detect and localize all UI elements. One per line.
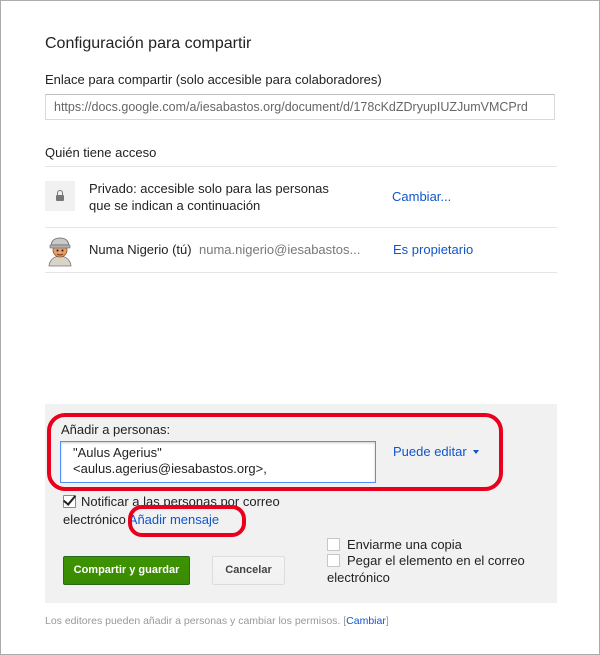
cancel-button[interactable]: Cancelar — [212, 556, 285, 585]
send-copy-checkbox[interactable] — [327, 538, 340, 551]
private-access-description: Privado: accesible solo para las persona… — [89, 180, 349, 214]
permission-label: Puede editar — [393, 444, 467, 459]
who-has-access-heading: Quién tiene acceso — [45, 145, 157, 160]
paste-in-email-label-end: electrónico — [327, 570, 390, 585]
notify-option: Notificar a las personas por correo elec… — [63, 493, 293, 529]
owner-role-label[interactable]: Es propietario — [393, 242, 473, 257]
chevron-down-icon — [472, 450, 479, 454]
notify-label-end: electrónico — [63, 512, 126, 527]
send-copy-label: Enviarme una copia — [347, 537, 462, 552]
private-access-line1: Privado: accesible solo para las persona… — [89, 181, 329, 196]
share-link-field[interactable]: https://docs.google.com/a/iesabastos.org… — [45, 94, 555, 120]
footer-text: Los editores pueden añadir a personas y … — [45, 615, 341, 627]
permission-dropdown[interactable]: Puede editar — [393, 444, 479, 459]
share-and-save-button[interactable]: Compartir y guardar — [63, 556, 190, 585]
paste-in-email-option: Pegar el elemento en el correo electróni… — [327, 552, 525, 586]
divider — [45, 272, 557, 273]
notify-label: Notificar a las personas por correo — [81, 494, 280, 509]
change-visibility-link[interactable]: Cambiar... — [392, 189, 451, 204]
recipient-email: <aulus.agerius@iesabastos.org>, — [73, 461, 267, 476]
owner-email: numa.nigerio@iesabastos... — [199, 242, 361, 257]
divider — [45, 166, 557, 167]
add-message-link[interactable]: Añadir mensaje — [129, 512, 219, 527]
share-settings-dialog: Configuración para compartir Enlace para… — [0, 0, 600, 655]
paste-in-email-label: Pegar el elemento en el correo — [347, 553, 525, 568]
lock-icon — [45, 181, 75, 211]
footer-bracket-close: ] — [385, 615, 389, 627]
private-access-line2: que se indican a continuación — [89, 198, 261, 213]
recipient-name: "Aulus Agerius" — [73, 445, 162, 460]
share-link-label: Enlace para compartir (solo accesible pa… — [45, 72, 382, 87]
dialog-title: Configuración para compartir — [45, 35, 252, 52]
owner-name: Numa Nigerio (tú) — [89, 242, 192, 257]
divider — [45, 227, 557, 228]
footer-change-link[interactable]: Cambiar — [346, 615, 386, 627]
footer-note: Los editores pueden añadir a personas y … — [45, 615, 389, 627]
add-people-input[interactable]: "Aulus Agerius" <aulus.agerius@iesabasto… — [60, 441, 376, 483]
add-people-label: Añadir a personas: — [61, 422, 171, 437]
avatar — [48, 237, 72, 267]
